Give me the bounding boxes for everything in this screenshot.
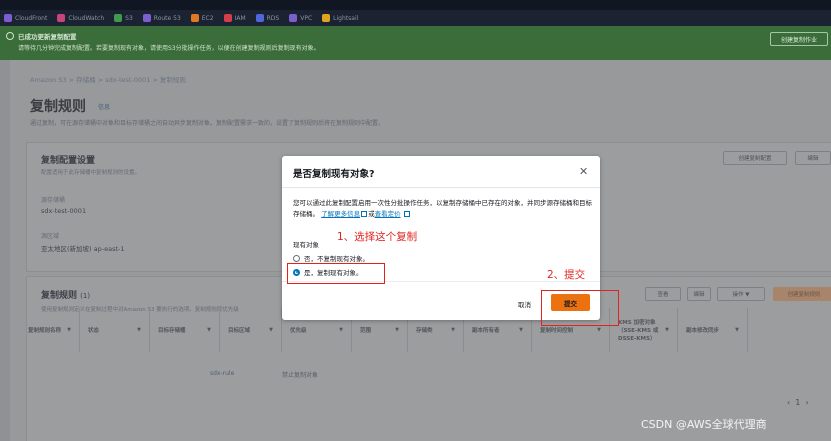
bookmark-icon	[114, 14, 123, 22]
bookmark-icon	[190, 14, 199, 22]
source-bucket-label: 源存储桶	[41, 197, 66, 204]
create-replication-job-button[interactable]: 创建复制作业	[770, 32, 828, 46]
success-flash-banner: 已成功更新复制配置 请等待几分钟完成复制配置。若要复制现有对象，请使用S3分批操…	[0, 26, 831, 60]
bookmark-icon	[223, 14, 232, 22]
bookmark-icon	[289, 14, 298, 22]
bookmark-icon	[4, 14, 12, 22]
modal-header: 是否复制现有对象? ✕	[282, 156, 600, 188]
bookmark-item[interactable]: Lightsail	[322, 14, 358, 22]
bookmark-item[interactable]: EC2	[190, 14, 214, 22]
sort-caret-icon: ▼	[735, 327, 739, 333]
bookmark-icon	[322, 14, 331, 22]
page-description: 通过复制，可在源存储桶中对象和目标存储桶之间自动异步复制对象。复制配置需求一致的…	[30, 120, 385, 127]
bookmark-item[interactable]: RDS	[255, 14, 279, 22]
column-header[interactable]: 目标存储桶 ▼	[150, 308, 220, 352]
pricing-link[interactable]: 查看定价	[375, 210, 401, 218]
external-link-icon	[361, 210, 368, 217]
rule-status: 禁止复制对象	[282, 372, 319, 379]
create-rule-button[interactable]: 创建复制规则	[773, 287, 831, 301]
pagination[interactable]: ‹ 1 ›	[787, 398, 809, 407]
external-link-icon	[403, 210, 410, 217]
radio-option-no[interactable]: 否，不复制现有对象。	[293, 253, 369, 263]
view-rule-button[interactable]: 查看	[645, 287, 681, 301]
column-header[interactable]: 复制规则名称 ▼	[20, 308, 80, 352]
sort-caret-icon: ▼	[519, 327, 523, 333]
bookmark-icon	[255, 14, 264, 22]
column-header[interactable]: KMS 加密对象（SSE-KMS 或 DSSE-KMS） ▼	[610, 308, 678, 352]
flash-text: 请等待几分钟完成复制配置。若要复制现有对象，请使用S3分批操作任务，以便在创建复…	[18, 45, 320, 52]
close-icon[interactable]: ✕	[579, 165, 588, 178]
column-header[interactable]: 目标区域 ▼	[220, 308, 282, 352]
sort-caret-icon: ▼	[451, 327, 455, 333]
learn-more-link[interactable]: 了解更多信息	[321, 210, 360, 218]
sort-caret-icon: ▼	[137, 327, 141, 333]
sort-caret-icon: ▼	[269, 327, 273, 333]
success-check-icon	[6, 32, 14, 40]
column-header[interactable]: 副本修改同步 ▼	[678, 308, 748, 352]
source-bucket-value: sdx-test-0001	[41, 207, 87, 215]
edit-rule-button[interactable]: 编辑	[687, 287, 711, 301]
bookmark-icon	[142, 14, 151, 22]
bookmark-icon	[57, 14, 66, 22]
page-info-link[interactable]: 信息	[98, 102, 110, 111]
edit-config-button[interactable]: 编辑	[795, 151, 831, 165]
rule-name-link[interactable]: sdx-rule	[210, 370, 234, 377]
annotation-step1: 1、选择这个复制	[337, 231, 418, 243]
source-region-label: 源区域	[41, 233, 60, 240]
watermark: CSDN @AWS全球代理商	[641, 418, 767, 431]
modal-description: 您可以通过此复制配置启用一次性分批操作任务，以复制存储桶中已存在的对象，并同步源…	[293, 199, 592, 218]
annotation-box-submit	[541, 290, 619, 326]
bookmark-item[interactable]: VPC	[289, 14, 312, 22]
bookmark-item[interactable]: S3	[114, 14, 133, 22]
actions-dropdown[interactable]: 操作 ▼	[717, 287, 765, 301]
config-panel-subtitle: 配置适用于此存储桶中复制规则的设置。	[41, 170, 141, 176]
sort-caret-icon: ▼	[395, 327, 399, 333]
page-title: 复制规则	[30, 99, 86, 115]
source-region-value: 亚太地区(新加坡) ap-east-1	[41, 245, 125, 253]
rules-panel-title: 复制规则 (1)	[41, 291, 91, 301]
bookmark-item[interactable]: IAM	[223, 14, 246, 22]
annotation-step2: 2、提交	[547, 269, 586, 281]
flash-title: 已成功更新复制配置	[18, 33, 77, 41]
bookmark-item[interactable]: CloudWatch	[57, 14, 104, 22]
column-header[interactable]: 状态 ▼	[80, 308, 150, 352]
bookmark-item[interactable]: CloudFront	[4, 14, 47, 22]
config-panel-title: 复制配置设置	[41, 156, 96, 166]
breadcrumb[interactable]: Amazon S3 > 存储桶 > sdx-test-0001 > 复制规则	[30, 74, 186, 84]
radio-no[interactable]	[293, 254, 300, 262]
browser-top-bar	[0, 0, 831, 10]
sort-caret-icon: ▼	[339, 327, 343, 333]
sort-caret-icon: ▼	[207, 327, 211, 333]
annotation-box-option	[287, 263, 385, 284]
sort-caret-icon: ▼	[665, 327, 669, 333]
sort-caret-icon: ▼	[67, 327, 71, 333]
bookmark-item[interactable]: Route 53	[142, 14, 181, 22]
create-config-button[interactable]: 创建复制配置	[723, 151, 787, 165]
existing-objects-label: 现有对象	[293, 241, 319, 249]
cancel-button[interactable]: 取消	[518, 299, 531, 309]
modal-title: 是否复制现有对象?	[293, 169, 375, 180]
sort-caret-icon: ▼	[597, 327, 601, 333]
bookmarks-bar: CloudFront CloudWatch S3 Route 53 EC2 IAM RDS V…	[0, 10, 831, 26]
